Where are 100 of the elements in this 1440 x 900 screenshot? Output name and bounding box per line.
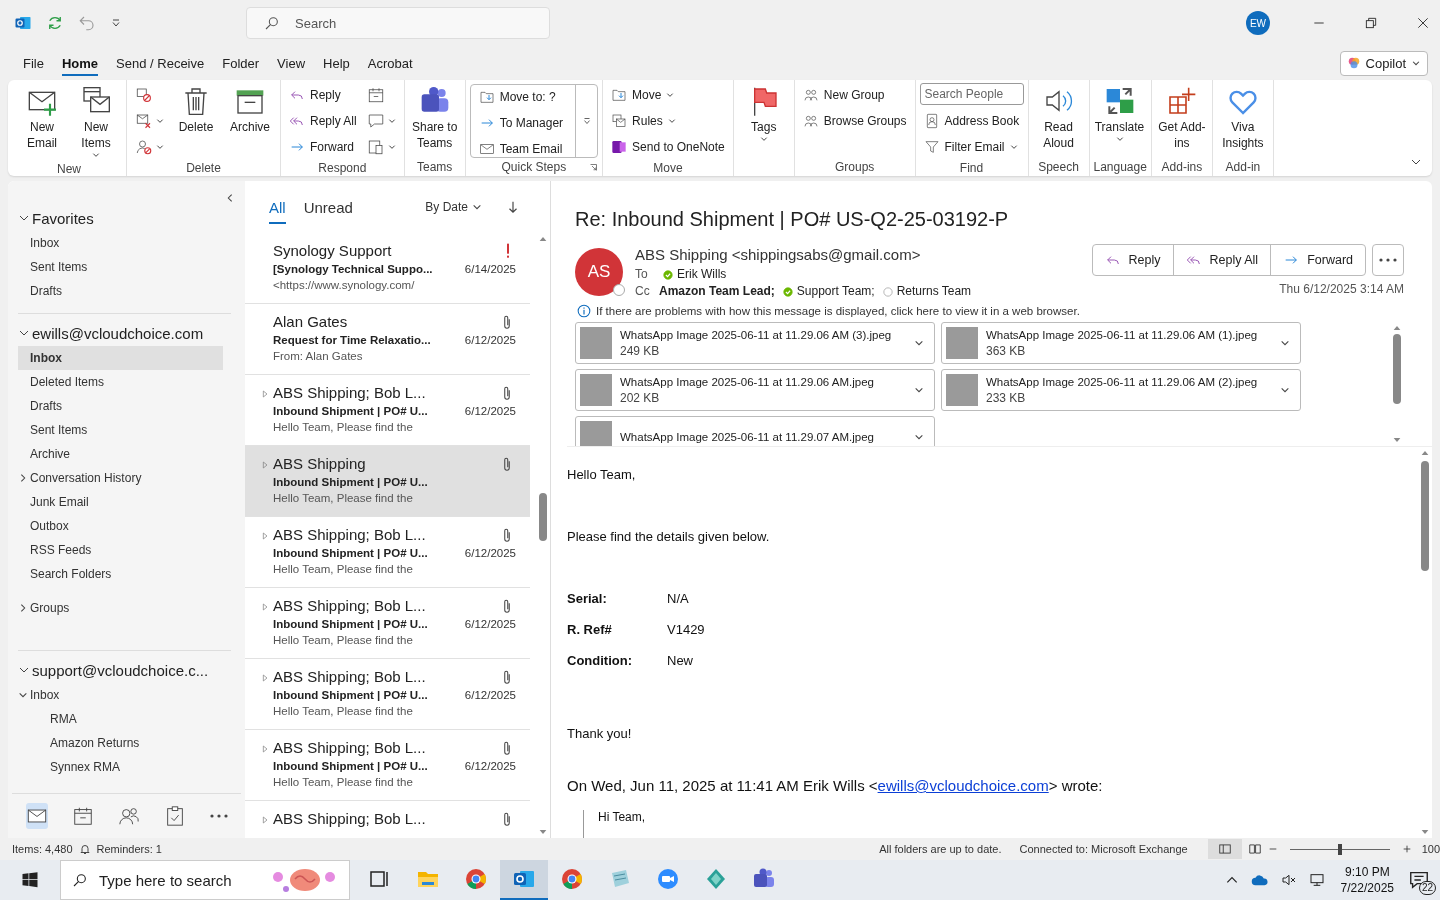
menu-tab[interactable]: Home	[52, 49, 108, 77]
search-people-field[interactable]: Search People	[919, 83, 1024, 105]
expand-triangle-icon[interactable]	[261, 461, 269, 469]
search-field[interactable]: Search	[246, 7, 550, 39]
folder-item[interactable]: Amazon Returns	[18, 731, 223, 755]
message-item[interactable]: ABS Shipping; Bob L... Inbound Shipment | PO# U... Hello Team, Please find the 6/12/2025	[245, 588, 530, 659]
folder-item[interactable]: Groups	[18, 596, 223, 620]
ribbon-button[interactable]: Team Email	[474, 137, 568, 161]
info-message[interactable]: If there are problems with how this message is displayed, click here to view it in a web browser.	[596, 305, 1080, 317]
attachment-card[interactable]: WhatsApp Image 2025-06-11 at 11.29.06 AM (1).jpeg 363 KB	[941, 322, 1301, 364]
ribbon-button[interactable]: Move	[607, 83, 729, 107]
scrollbar-thumb[interactable]	[1393, 334, 1401, 404]
ribbon-button[interactable]: Browse Groups	[798, 109, 911, 133]
scroll-down-icon[interactable]	[539, 828, 547, 836]
folder-item[interactable]: RSS Feeds	[18, 538, 223, 562]
ribbon-button[interactable]: Filter Email	[919, 135, 1024, 159]
account-header[interactable]: Favorites	[32, 209, 94, 227]
folder-item[interactable]: Junk Email	[18, 490, 223, 514]
scroll-down-icon[interactable]	[1421, 828, 1429, 836]
menu-tab[interactable]: Acrobat	[358, 49, 422, 77]
folder-item[interactable]: Outbox	[18, 514, 223, 538]
expand-triangle-icon[interactable]	[261, 816, 269, 824]
message-item[interactable]: Synology Support [Synology Technical Suppo... <https://www.synology.com/ 6/14/2025	[245, 233, 530, 304]
folder-item[interactable]: Synnex RMA	[18, 755, 223, 779]
nav-button[interactable]	[164, 803, 186, 829]
nav-button[interactable]	[26, 803, 48, 829]
taskbar-search-field[interactable]: Type here to search	[60, 860, 350, 900]
folder-item[interactable]: Sent Items	[18, 418, 223, 442]
ribbon-button[interactable]: Reply All	[285, 109, 361, 133]
message-item[interactable]: ABS Shipping Inbound Shipment | PO# U... Hello Team, Please find the	[245, 446, 530, 517]
attachment-card[interactable]: WhatsApp Image 2025-06-11 at 11.29.07 AM.jpeg	[575, 416, 935, 446]
action-button[interactable]: Reply	[1092, 245, 1174, 275]
sort-button[interactable]: By Date	[425, 200, 482, 214]
action-button[interactable]: Reply All	[1173, 245, 1272, 275]
attachment-card[interactable]: WhatsApp Image 2025-06-11 at 11.29.06 AM (3).jpeg 249 KB	[575, 322, 935, 364]
message-item[interactable]: ABS Shipping; Bob L... Inbound Shipment | PO# U... Hello Team, Please find the 6/12/2025	[245, 659, 530, 730]
ribbon-button[interactable]: Tags	[737, 83, 790, 145]
folder-item[interactable]: Conversation History	[18, 466, 223, 490]
ribbon-button[interactable]: Read Aloud	[1032, 83, 1085, 153]
ribbon-button[interactable]: Get Add-ins	[1155, 83, 1208, 153]
folder-item[interactable]: RMA	[18, 707, 223, 731]
scroll-up-icon[interactable]	[539, 235, 547, 243]
copilot-button[interactable]: Copilot	[1339, 50, 1428, 76]
scrollbar-thumb[interactable]	[539, 493, 547, 541]
caret-icon[interactable]	[914, 432, 924, 442]
filter-tab[interactable]: Unread	[303, 194, 353, 220]
ribbon-button[interactable]: Address Book	[919, 109, 1024, 133]
undo-icon[interactable]	[78, 14, 96, 32]
expand-triangle-icon[interactable]	[261, 603, 269, 611]
folder-item[interactable]: Drafts	[18, 394, 223, 418]
message-item[interactable]: ABS Shipping; Bob L... Inbound Shipment | PO# U... Hello Team, Please find the 6/12/2025	[245, 730, 530, 801]
folder-item[interactable]: Archive	[18, 442, 223, 466]
email-link[interactable]: ewills@vcloudchoice.com	[877, 777, 1049, 794]
action-button[interactable]: Forward	[1271, 245, 1365, 275]
expand-triangle-icon[interactable]	[261, 390, 269, 398]
customize-caret-icon[interactable]	[110, 17, 122, 29]
sort-direction-arrow-icon[interactable]	[506, 200, 520, 214]
user-avatar[interactable]: EW	[1246, 11, 1270, 35]
ribbon-button[interactable]: Rules	[607, 109, 729, 133]
caret-icon[interactable]	[914, 338, 924, 348]
folder-item[interactable]: Sent Items	[18, 255, 223, 279]
more-actions-button[interactable]	[1372, 244, 1404, 276]
dialog-launcher-icon[interactable]	[589, 162, 599, 172]
menu-tab[interactable]: Send / Receive	[107, 49, 214, 77]
ribbon-button[interactable]: New Group	[798, 83, 911, 107]
menu-tab[interactable]: File	[14, 49, 53, 77]
ribbon-button[interactable]: New Email	[16, 83, 68, 153]
account-header[interactable]: support@vcloudchoice.c...	[32, 661, 209, 679]
clock-time[interactable]: 9:10 PM	[1344, 864, 1390, 880]
folder-item[interactable]: Deleted Items	[18, 370, 223, 394]
ribbon-button[interactable]: To Manager	[474, 111, 568, 135]
attachment-card[interactable]: WhatsApp Image 2025-06-11 at 11.29.06 AM (2).jpeg 233 KB	[941, 369, 1301, 411]
recipient-name[interactable]: Returns Team	[896, 283, 972, 300]
ribbon-button[interactable]: New Items	[70, 83, 122, 161]
menu-tab[interactable]: Help	[314, 49, 359, 77]
caret-icon[interactable]	[1280, 338, 1290, 348]
ribbon-button[interactable]: Viva Insights	[1216, 83, 1269, 153]
menu-tab[interactable]: Folder	[213, 49, 269, 77]
normal-view-icon[interactable]	[1207, 839, 1242, 859]
folder-item[interactable]: Inbox	[18, 683, 223, 707]
clock-date[interactable]: 7/22/2025	[1340, 880, 1394, 896]
ribbon-button[interactable]: Delete	[170, 83, 222, 137]
folder-item[interactable]: Drafts	[18, 279, 223, 303]
expand-triangle-icon[interactable]	[261, 532, 269, 540]
folder-item[interactable]: Search Folders	[18, 562, 223, 586]
expand-triangle-icon[interactable]	[261, 674, 269, 682]
restore-icon[interactable]	[1364, 16, 1378, 30]
caret-icon[interactable]	[1280, 385, 1290, 395]
expand-triangle-icon[interactable]	[261, 745, 269, 753]
caret-icon[interactable]	[914, 385, 924, 395]
recipient-name[interactable]: Support Team;	[796, 283, 875, 300]
collapse-pane-icon[interactable]	[225, 193, 235, 203]
chevron-icon[interactable]	[18, 603, 28, 613]
chevron-icon[interactable]	[18, 690, 28, 700]
scroll-up-icon[interactable]	[1393, 324, 1401, 332]
scroll-down-icon[interactable]	[1393, 436, 1401, 444]
menu-tab[interactable]: View	[268, 49, 315, 77]
zoom-slider-thumb[interactable]	[1337, 843, 1342, 855]
message-item[interactable]: Alan Gates Request for Time Relaxatio... From: Alan Gates 6/12/2025	[245, 304, 530, 375]
folder-item[interactable]: Inbox	[18, 231, 223, 255]
